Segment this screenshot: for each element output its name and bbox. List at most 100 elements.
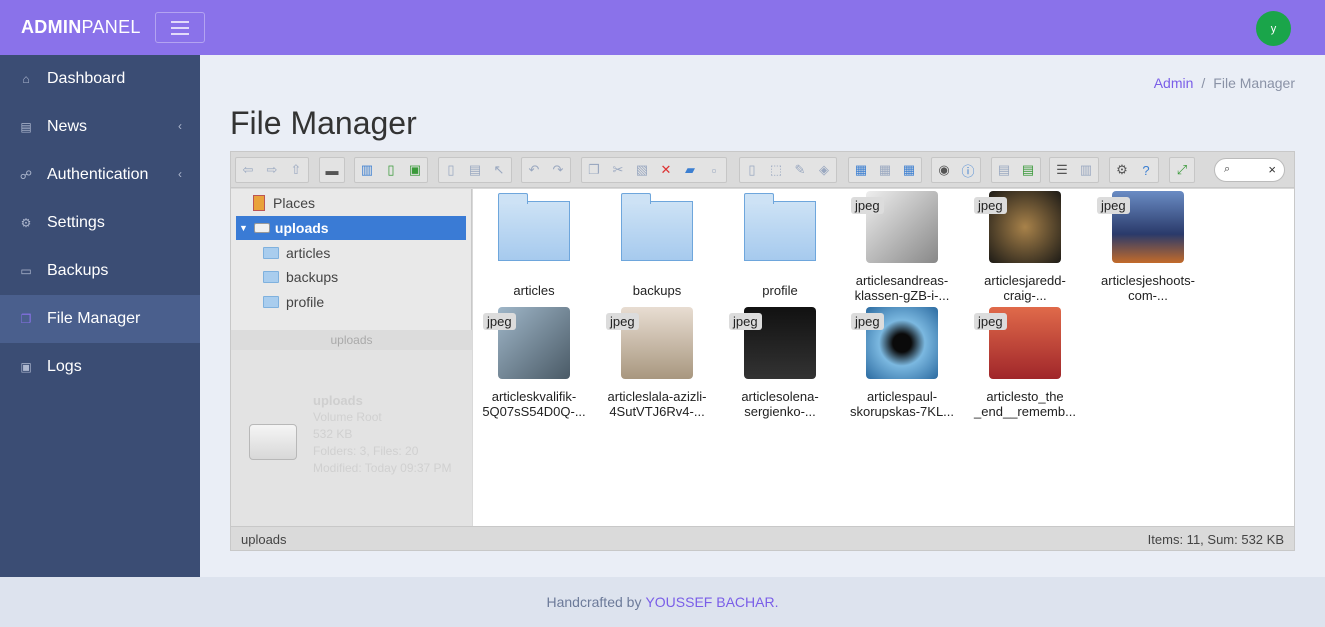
small-icons-icon[interactable]: ▦ [873, 158, 897, 182]
preview-icon[interactable]: ◉ [932, 158, 956, 182]
folder-icon [498, 193, 570, 261]
sidebar-item-file-manager[interactable]: ❐ File Manager [0, 295, 200, 343]
forward-icon[interactable]: ⇨ [260, 158, 284, 182]
file-manager-toolbar: ⇦ ⇨ ⇧ ▬ ▥ ▯ ▣ ▯ ▤ ↖ ↶ ↷ ❐ ✂ ▧ ✕ ▰ ▫ ▯ ⬚ … [231, 152, 1294, 188]
top-bar: ADMINPANEL y [0, 0, 1325, 55]
breadcrumb-link-admin[interactable]: Admin [1154, 75, 1194, 91]
footer: Handcrafted by YOUSSEF BACHAR. [0, 577, 1325, 627]
sidebar-item-authentication[interactable]: ☍ Authentication ‹ [0, 151, 200, 199]
open-icon[interactable]: ▯ [439, 158, 463, 182]
sidebar-item-logs[interactable]: ▣ Logs [0, 343, 200, 391]
sidebar: ⌂ Dashboard ▤ News ‹ ☍ Authentication ‹ … [0, 55, 200, 577]
rename-icon[interactable]: ⬚ [764, 158, 788, 182]
file-item[interactable]: jpeg articleslala-azizli-4SutVTJ6Rv4-... [599, 307, 715, 419]
clear-search-icon[interactable]: × [1268, 162, 1276, 177]
sort-icon[interactable]: ▤ [992, 158, 1016, 182]
sidebar-item-settings[interactable]: ⚙ Settings [0, 199, 200, 247]
file-item[interactable]: jpeg articlesto_the _end__rememb... [967, 307, 1083, 419]
sidebar-toggle-button[interactable] [155, 12, 205, 43]
sidebar-item-news[interactable]: ▤ News ‹ [0, 103, 200, 151]
users-icon: ☍ [19, 168, 33, 182]
delete-icon[interactable]: ✕ [654, 158, 678, 182]
info-icon[interactable]: ⓘ [956, 158, 980, 182]
home-icon: ⌂ [22, 72, 30, 86]
archive-icon[interactable]: ◈ [812, 158, 836, 182]
file-grid: articles backups profile jpeg articlesan… [473, 189, 1294, 526]
sidebar-item-label: Dashboard [47, 70, 126, 87]
folder-icon [263, 247, 279, 259]
fullscreen-icon[interactable]: ⤢ [1170, 158, 1194, 182]
sidebar-item-label: File Manager [47, 310, 141, 327]
caret-down-icon: ▼ [239, 223, 248, 233]
sidebar-item-label: Settings [47, 214, 105, 231]
gear-icon: ⚙ [20, 216, 32, 230]
edit-icon[interactable]: ✎ [788, 158, 812, 182]
tree-item-places[interactable]: Places [253, 191, 315, 215]
terminal-icon: ▣ [20, 360, 32, 374]
chevron-left-icon: ‹ [178, 119, 182, 133]
breadcrumb-current: File Manager [1213, 75, 1295, 91]
tree-item-backups[interactable]: backups [263, 265, 338, 289]
page-title: File Manager [230, 105, 417, 141]
sidebar-item-label: Authentication [47, 166, 149, 183]
folder-icon [263, 271, 279, 283]
hard-drive-icon: ▭ [20, 264, 32, 278]
download-icon[interactable]: ▤ [463, 158, 487, 182]
large-icons-icon[interactable]: ▦ [897, 158, 921, 182]
upload-icon[interactable]: ▥ [355, 158, 379, 182]
volume-drive-icon [249, 424, 297, 460]
file-item[interactable]: jpeg articlesjeshoots-com-... [1090, 191, 1206, 303]
file-item[interactable]: jpeg articlesandreas-klassen-gZB-i-... [844, 191, 960, 303]
cut-icon[interactable]: ✂ [606, 158, 630, 182]
chevron-left-icon: ‹ [178, 167, 182, 181]
avatar[interactable]: y [1256, 11, 1291, 46]
search-input[interactable]: ⌕ × [1214, 158, 1285, 182]
folder-tree: Places ▼ uploads articles backups profil… [231, 189, 472, 526]
info-panel-title: uploads [231, 330, 472, 350]
file-item[interactable]: jpeg articlesjaredd-craig-... [967, 191, 1083, 303]
search-icon: ⌕ [1224, 163, 1231, 175]
copy-icon[interactable]: ❐ [582, 158, 606, 182]
file-item[interactable]: profile [722, 191, 838, 298]
drive-icon [253, 223, 270, 233]
tree-item-profile[interactable]: profile [263, 290, 324, 314]
up-icon[interactable]: ⇧ [284, 158, 308, 182]
duplicate-icon[interactable]: ▯ [740, 158, 764, 182]
paste-icon[interactable]: ▧ [630, 158, 654, 182]
sidebar-item-backups[interactable]: ▭ Backups [0, 247, 200, 295]
tree-item-uploads[interactable]: ▼ uploads [236, 216, 466, 240]
empty-icon[interactable]: ▰ [678, 158, 702, 182]
file-item[interactable]: articles [476, 191, 592, 298]
folder-icon [744, 193, 816, 261]
columns-icon[interactable]: ▥ [1074, 158, 1098, 182]
grid-view-icon[interactable]: ▦ [849, 158, 873, 182]
file-manager: ⇦ ⇨ ⇧ ▬ ▥ ▯ ▣ ▯ ▤ ↖ ↶ ↷ ❐ ✂ ▧ ✕ ▰ ▫ ▯ ⬚ … [230, 151, 1295, 551]
sidebar-item-label: News [47, 118, 88, 135]
sidebar-item-label: Logs [47, 358, 82, 375]
save-icon[interactable]: ▣ [403, 158, 427, 182]
undo-icon[interactable]: ↶ [522, 158, 546, 182]
settings-icon[interactable]: ⚙ [1110, 158, 1134, 182]
status-path: uploads [241, 532, 287, 547]
file-item[interactable]: jpeg articlesolena-sergienko-... [722, 307, 838, 419]
footer-author-link[interactable]: YOUSSEF BACHAR. [645, 594, 778, 610]
sidebar-item-dashboard[interactable]: ⌂ Dashboard [0, 55, 200, 103]
list-view-icon[interactable]: ☰ [1050, 158, 1074, 182]
volume-info-panel: uploads Volume Root 532 KB Folders: 3, F… [231, 350, 472, 526]
trash-icon[interactable]: ▫ [702, 158, 726, 182]
brand-logo[interactable]: ADMINPANEL [21, 17, 141, 38]
home-icon[interactable]: ▬ [320, 158, 344, 182]
status-summary: Items: 11, Sum: 532 KB [1147, 532, 1284, 547]
new-file-icon[interactable]: ▯ [379, 158, 403, 182]
sidebar-item-label: Backups [47, 262, 109, 279]
tree-item-articles[interactable]: articles [263, 241, 330, 265]
back-icon[interactable]: ⇦ [236, 158, 260, 182]
sort-add-icon[interactable]: ▤ [1016, 158, 1040, 182]
redo-icon[interactable]: ↷ [546, 158, 570, 182]
file-item[interactable]: backups [599, 191, 715, 298]
select-icon[interactable]: ↖ [487, 158, 511, 182]
help-icon[interactable]: ? [1134, 158, 1158, 182]
places-icon [253, 195, 265, 211]
file-item[interactable]: jpeg articleskvalifik-5Q07sS54D0Q-... [476, 307, 592, 419]
file-item[interactable]: jpeg articlespaul-skorupskas-7KL... [844, 307, 960, 419]
